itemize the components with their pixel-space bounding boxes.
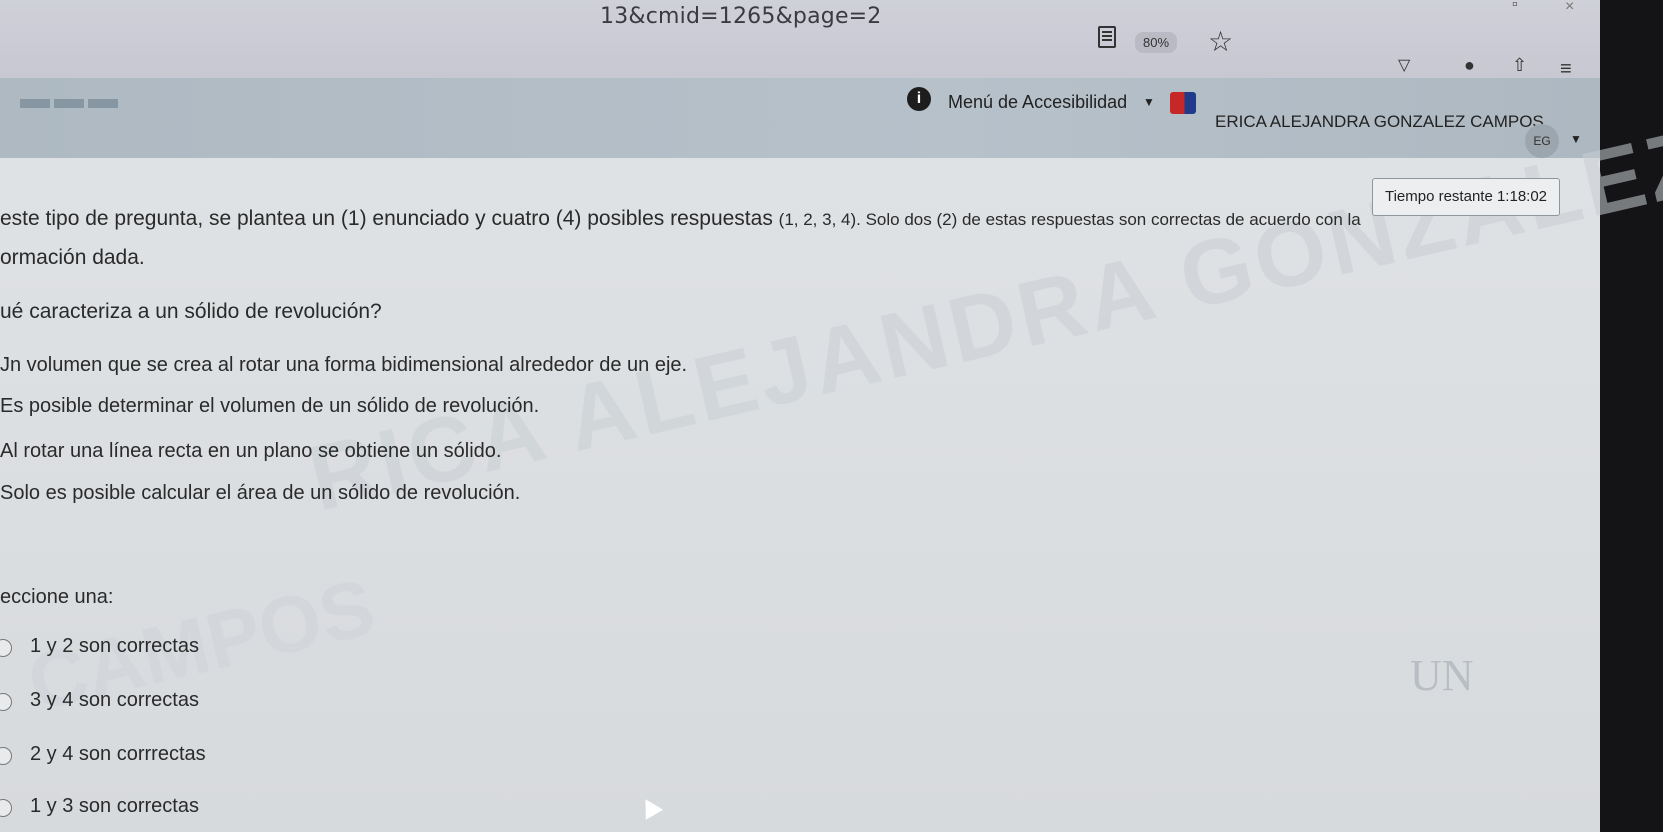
minimize-icon[interactable]: ▫ xyxy=(1512,0,1518,14)
pocket-icon[interactable]: ▽ xyxy=(1398,55,1410,75)
time-remaining: Tiempo restante 1:18:02 xyxy=(1372,178,1560,216)
user-name[interactable]: ERICA ALEJANDRA GONZALEZ CAMPOS xyxy=(1215,112,1544,132)
avatar[interactable]: EG xyxy=(1525,124,1559,158)
screen-bezel xyxy=(1600,0,1663,832)
zoom-level[interactable]: 80% xyxy=(1135,32,1178,53)
chevron-down-icon[interactable]: ▼ xyxy=(1143,95,1155,109)
option-label[interactable]: 1 y 3 son correctas xyxy=(30,795,199,818)
url-bar[interactable]: 13&cmid=1265&page=2 xyxy=(600,4,882,29)
instructions-line-1: este tipo de pregunta, se plantea un (1)… xyxy=(0,207,1361,231)
reader-view-icon[interactable] xyxy=(1098,26,1116,48)
accessibility-menu[interactable]: Menú de Accesibilidad xyxy=(948,92,1127,113)
statement-1: Jn volumen que se crea al rotar una form… xyxy=(0,354,688,376)
option-label[interactable]: 3 y 4 son correctas xyxy=(30,689,199,712)
language-flag-icon[interactable] xyxy=(1170,92,1196,114)
question-text: ué caracteriza a un sólido de revolución… xyxy=(0,300,382,323)
statement-4: Solo es posible calcular el área de un s… xyxy=(0,482,521,504)
star-icon[interactable]: ☆ xyxy=(1208,28,1233,56)
browser-toolbar: 13&cmid=1265&page=2 80% ☆ ▽ ● ⇧ ≡ ▫ × xyxy=(0,0,1600,80)
account-icon[interactable]: ● xyxy=(1464,55,1475,76)
chevron-down-icon[interactable]: ▼ xyxy=(1570,132,1582,146)
accessibility-icon[interactable]: i xyxy=(907,87,931,111)
statement-3: Al rotar una línea recta en un plano se … xyxy=(0,440,502,462)
site-logo[interactable]: ▬▬▬ xyxy=(20,82,122,116)
share-icon[interactable]: ⇧ xyxy=(1512,55,1527,76)
instructions-text-tail: (1, 2, 3, 4). Solo dos (2) de estas resp… xyxy=(778,210,1361,229)
select-one-label: eccione una: xyxy=(0,586,114,608)
statement-2: Es posible determinar el volumen de un s… xyxy=(0,395,540,417)
option-label[interactable]: 2 y 4 son corrrectas xyxy=(30,743,206,766)
option-label[interactable]: 1 y 2 son correctas xyxy=(30,635,199,658)
close-icon[interactable]: × xyxy=(1565,0,1574,16)
university-logo: UN xyxy=(1410,651,1474,700)
instructions-line-2: ormación dada. xyxy=(0,246,145,269)
instructions-text: este tipo de pregunta, se plantea un (1)… xyxy=(0,207,779,230)
